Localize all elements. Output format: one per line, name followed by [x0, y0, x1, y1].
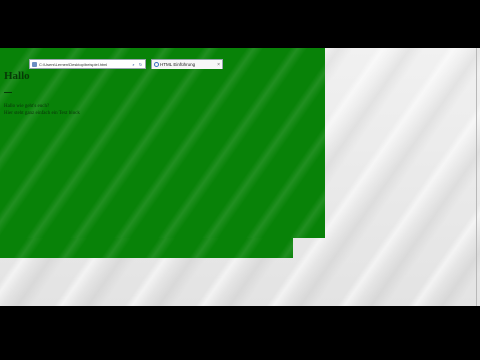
page-heading: Hallo [4, 70, 30, 82]
page-content-lower [0, 238, 293, 258]
address-text: C:\Users\Lernen\Desktop\beispiel.html [39, 62, 108, 67]
horizontal-rule [4, 92, 12, 93]
ie-icon [154, 62, 159, 67]
browser-tab[interactable]: HTML Einführung × [151, 59, 223, 69]
browser-toolbar: C:\Users\Lernen\Desktop\beispiel.html ⌕ … [0, 48, 476, 70]
page-icon [32, 62, 37, 67]
page-text-line-2: Hier steht ganz einfach ein Text block [4, 111, 80, 116]
close-icon[interactable]: × [217, 60, 220, 70]
page-text-line-1: Hallo wie geht's euch? [4, 104, 50, 109]
page-content: Hallo Hallo wie geht's euch? Hier steht … [0, 48, 325, 238]
letterbox-bottom [0, 306, 480, 360]
address-bar[interactable]: C:\Users\Lernen\Desktop\beispiel.html ⌕ … [29, 59, 146, 69]
search-icon[interactable]: ⌕ [131, 62, 136, 67]
refresh-icon[interactable]: ↻ [138, 62, 143, 67]
browser-window: Hallo Hallo wie geht's euch? Hier steht … [0, 48, 477, 306]
screen-area: Hallo Hallo wie geht's euch? Hier steht … [0, 48, 480, 306]
tab-title: HTML Einführung [160, 62, 196, 67]
